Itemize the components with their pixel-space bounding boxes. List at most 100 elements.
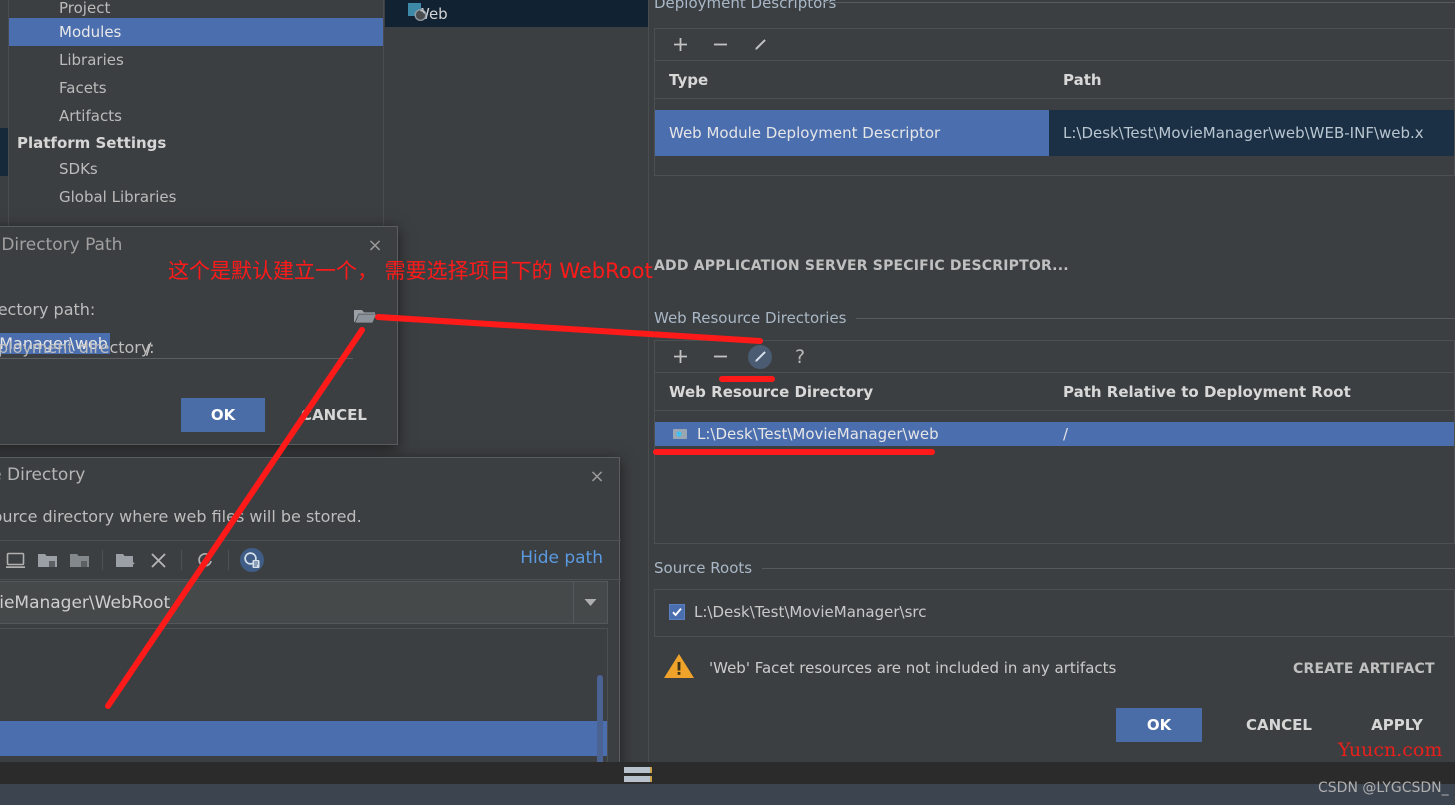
close-icon[interactable]: × — [585, 464, 609, 488]
web-resource-header: Web Resource Directory Path Relative to … — [655, 373, 1454, 411]
sidebar-item-facets[interactable]: Facets — [9, 74, 384, 102]
sidebar-item-label: Libraries — [59, 51, 124, 69]
collapse-folder-icon[interactable] — [31, 546, 63, 574]
add-icon[interactable] — [667, 32, 693, 58]
directory-path-label: ource directory path: — [0, 300, 96, 319]
column-header-path: Path — [1063, 70, 1102, 89]
edit-pencil-icon[interactable] — [747, 344, 773, 370]
dialog-title: esource Directory Path — [0, 235, 123, 255]
descriptor-type-cell[interactable]: Web Module Deployment Descriptor — [655, 110, 1049, 156]
web-resource-toolbar[interactable]: ? — [655, 341, 1454, 373]
list-item[interactable]: src — [0, 686, 607, 721]
cancel-button[interactable]: CANCEL — [1223, 708, 1335, 742]
resize-handle[interactable] — [624, 767, 654, 784]
dialog-subtitle: ose web resource directory where web fil… — [0, 507, 362, 526]
column-header-path-relative: Path Relative to Deployment Root — [1063, 382, 1351, 401]
sidebar-item-sdks[interactable]: SDKs — [9, 155, 384, 183]
source-root-checkbox[interactable] — [669, 604, 685, 620]
list-item[interactable]: .settings — [0, 651, 607, 686]
sidebar-item-label: Global Libraries — [59, 188, 177, 206]
sidebar-group-platform-settings: Platform Settings — [9, 129, 384, 157]
web-resource-directories-table[interactable]: ? Web Resource Directory Path Relative t… — [654, 340, 1455, 544]
toolbar-divider — [181, 550, 182, 570]
sidebar-item-label: Facets — [59, 79, 107, 97]
app-window: Project Modules Libraries Facets Artifac… — [0, 0, 1455, 805]
table-row[interactable]: L:\Desk\Test\MovieManager\web / — [655, 422, 1454, 446]
deployment-descriptors-rule — [824, 2, 1455, 3]
list-item-webroot[interactable]: WebRoot — [0, 721, 607, 756]
web-facet-icon — [408, 3, 427, 22]
add-icon[interactable] — [667, 344, 693, 370]
descriptor-path-cell[interactable]: L:\Desk\Test\MovieManager\web\WEB-INF\we… — [1049, 110, 1454, 156]
web-directory-icon — [669, 428, 691, 440]
delete-icon[interactable] — [142, 546, 174, 574]
ok-button[interactable]: OK — [1116, 708, 1202, 742]
help-icon[interactable]: ? — [787, 344, 813, 370]
edit-pencil-icon[interactable] — [747, 32, 773, 58]
artifact-warning: 'Web' Facet resources are not included i… — [663, 652, 1116, 684]
sidebar-item-global-libraries[interactable]: Global Libraries — [9, 183, 384, 211]
sidebar-item-label: Modules — [59, 23, 122, 41]
watermark-yuucn: Yuucn.com — [1338, 739, 1443, 761]
sidebar-group-label: Platform Settings — [17, 134, 167, 152]
status-bar — [0, 762, 1455, 784]
add-application-server-descriptor-link[interactable]: ADD APPLICATION SERVER SPECIFIC DESCRIPT… — [654, 258, 1069, 274]
sidebar-item-modules[interactable]: Modules — [9, 18, 384, 46]
sidebar-item-libraries[interactable]: Libraries — [9, 46, 384, 74]
deployment-descriptors-title: Deployment Descriptors — [654, 0, 837, 12]
source-roots-title: Source Roots — [654, 559, 753, 577]
web-resource-directory-text: L:\Desk\Test\MovieManager\web — [697, 425, 939, 443]
source-root-path: L:\Desk\Test\MovieManager\src — [694, 603, 927, 621]
toolbar-divider — [102, 550, 103, 570]
sidebar-item-label: SDKs — [59, 160, 98, 178]
remove-icon[interactable] — [707, 32, 733, 58]
facet-list — [385, 0, 649, 230]
dialog-ok-button[interactable]: OK — [181, 398, 265, 432]
column-header-type: Type — [669, 70, 709, 89]
source-root-row[interactable]: L:\Desk\Test\MovieManager\src — [669, 603, 927, 621]
warning-triangle-icon — [663, 652, 695, 684]
web-resource-directory-cell[interactable]: L:\Desk\Test\MovieManager\web — [655, 422, 1049, 446]
source-roots-table[interactable]: L:\Desk\Test\MovieManager\src — [654, 589, 1455, 637]
sidebar-item-artifacts[interactable]: Artifacts — [9, 102, 384, 130]
web-resource-directories-title: Web Resource Directories — [654, 309, 847, 327]
deployment-descriptors-header: Type Path — [655, 61, 1454, 99]
facet-detail-pane: Deployment Descriptors Type Path Web Mod… — [649, 0, 1455, 805]
dialog-title: eb Resource Directory — [0, 465, 86, 485]
deployment-descriptors-toolbar[interactable] — [655, 29, 1454, 61]
path-combobox-value: esk\Test\MovieManager\WebRoot — [0, 592, 171, 613]
remove-icon[interactable] — [707, 344, 733, 370]
expand-folder-icon[interactable] — [63, 546, 95, 574]
hide-path-link[interactable]: Hide path — [520, 548, 603, 568]
settings-nav-strip — [0, 0, 8, 230]
sidebar-item-label: Project — [59, 0, 111, 17]
refresh-icon[interactable] — [189, 546, 221, 574]
deployment-descriptors-table[interactable]: Type Path Web Module Deployment Descript… — [654, 28, 1455, 176]
desktop-locate-icon[interactable] — [236, 546, 268, 574]
source-roots-rule — [762, 568, 1455, 569]
close-icon[interactable]: × — [363, 233, 387, 257]
relative-path-input[interactable]: / — [143, 332, 283, 359]
create-artifact-button[interactable]: CREATE ARTIFACT — [1293, 661, 1435, 677]
chevron-down-icon[interactable] — [573, 582, 607, 623]
relative-path-label: ath in deployment directory: — [0, 338, 155, 357]
nav-strip-selection — [0, 128, 8, 176]
sidebar-item-label: Artifacts — [59, 107, 122, 125]
web-resource-directories-rule — [856, 318, 1455, 319]
tree-scrollbar[interactable] — [597, 675, 603, 767]
artifact-warning-message: 'Web' Facet resources are not included i… — [709, 659, 1117, 677]
dialog-cancel-button[interactable]: CANCEL — [287, 398, 381, 432]
new-folder-icon[interactable] — [110, 546, 142, 574]
apply-button[interactable]: APPLY — [1349, 708, 1445, 742]
table-row[interactable]: Web Module Deployment Descriptor L:\Desk… — [655, 110, 1454, 156]
annotation-chinese-note: 这个是默认建立一个， 需要选择项目下的 WebRoot — [168, 259, 653, 283]
path-combobox[interactable]: esk\Test\MovieManager\WebRoot — [0, 581, 608, 624]
choose-web-resource-directory-dialog[interactable]: eb Resource Directory × ose web resource… — [0, 457, 621, 805]
settings-nav-list[interactable]: Project Modules Libraries Facets Artifac… — [9, 0, 384, 230]
editor-strip — [0, 784, 1455, 805]
web-resource-relative-cell[interactable]: / — [1049, 422, 1454, 446]
watermark-csdn: CSDN @LYGCSDN_ — [1318, 780, 1449, 796]
column-header-web-resource-directory: Web Resource Directory — [669, 382, 874, 401]
show-hidden-icon[interactable] — [0, 546, 31, 574]
folder-open-icon[interactable] — [353, 306, 377, 326]
